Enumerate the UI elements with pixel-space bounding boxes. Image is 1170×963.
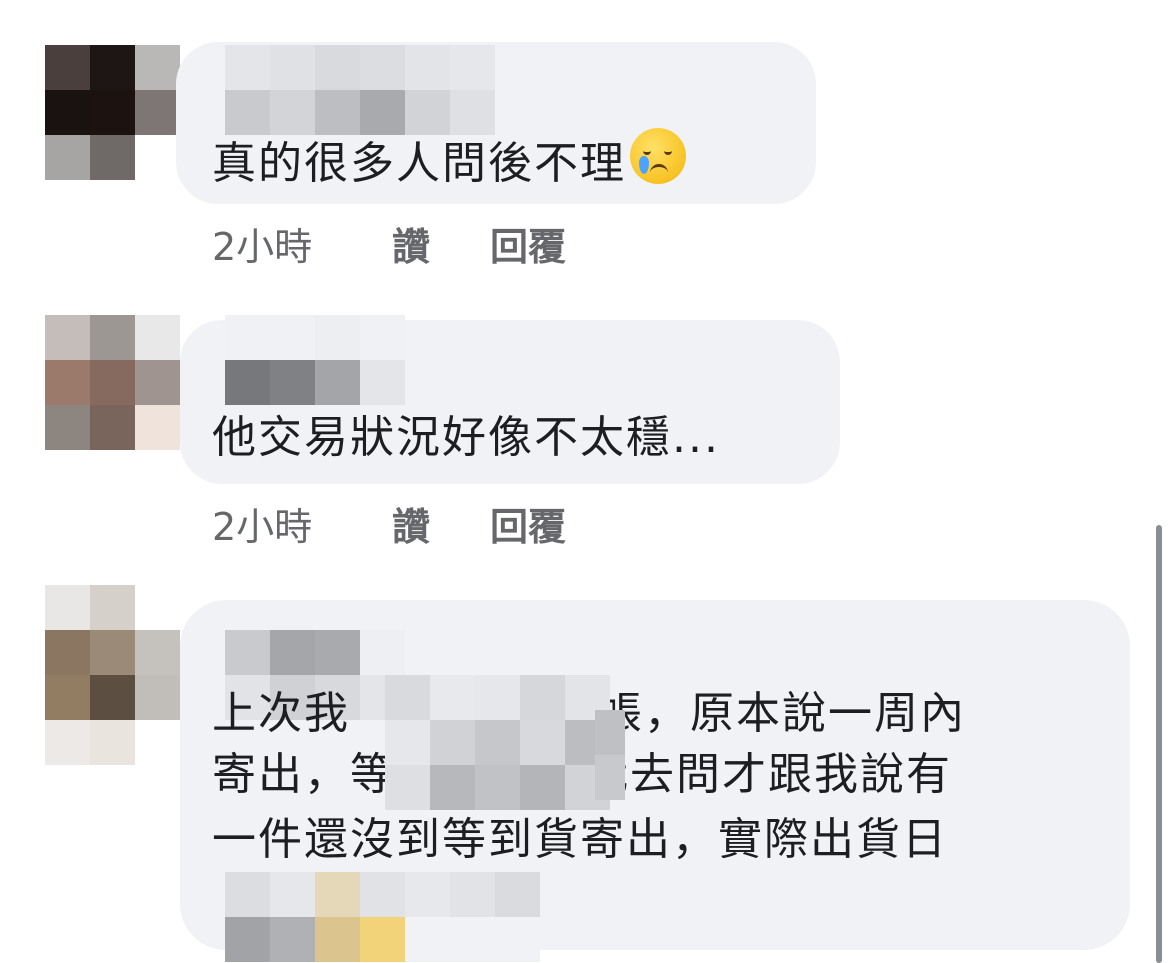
comment-text: 他交易狀況好像不太穩... — [212, 412, 720, 463]
comment-meta: 2小時 讚回覆 — [212, 222, 566, 272]
reply-button[interactable]: 回覆 — [490, 222, 566, 272]
comment-text: 真的很多人問後不理 — [212, 128, 686, 194]
commenter-name-redacted[interactable] — [225, 315, 405, 405]
tearful-smile-emoji-icon — [630, 128, 686, 184]
commenter-name-redacted[interactable] — [225, 45, 495, 135]
comment-line-1-start: 上次我 — [212, 688, 350, 739]
comment-line-1-end: 帳，原本說一周內 — [598, 688, 966, 739]
commenter-avatar[interactable] — [45, 315, 180, 450]
comment-meta: 2小時 讚回覆 — [212, 502, 566, 552]
like-button[interactable]: 讚 — [392, 222, 490, 272]
like-button[interactable]: 讚 — [392, 502, 490, 552]
commenter-avatar[interactable] — [45, 585, 180, 765]
comments-page: 真的很多人問後不理 2小時讚回覆 他交易狀況好像不太穩... 2小時讚回覆 上次… — [0, 0, 1170, 963]
redacted-text-mosaic — [385, 675, 610, 810]
reply-button[interactable]: 回覆 — [490, 502, 566, 552]
comment-line-2-start: 寄出，等 — [212, 749, 396, 800]
commenter-avatar[interactable] — [45, 45, 180, 180]
comment-text-body: 真的很多人問後不理 — [212, 138, 626, 189]
comment-time: 2小時 — [212, 225, 313, 269]
redacted-text-mosaic — [595, 710, 625, 800]
comment-time: 2小時 — [212, 505, 313, 549]
comment-line-2-end: 我去問才跟我說有 — [584, 749, 952, 800]
scrollbar[interactable] — [1156, 525, 1162, 963]
comment-line-3: 一件還沒到等到貨寄出，實際出貨日 — [212, 814, 948, 865]
redacted-bottom-mosaic — [225, 872, 540, 962]
